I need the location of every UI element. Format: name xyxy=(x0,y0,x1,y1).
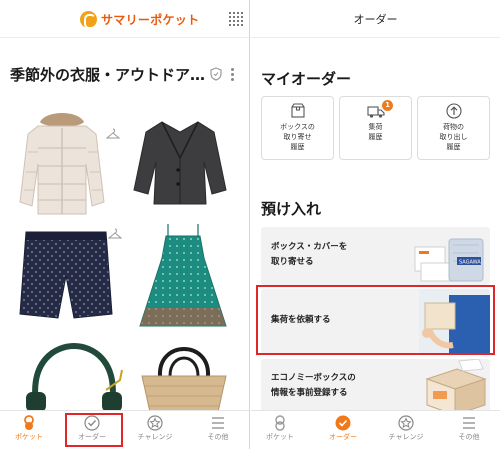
tab-order[interactable]: オーダー xyxy=(318,413,368,449)
menu-icon xyxy=(212,417,224,429)
logo-text: サマリーポケット xyxy=(101,12,200,27)
star-badge-icon xyxy=(147,415,163,431)
tab-challenge[interactable]: チャレンジ xyxy=(130,413,180,449)
blazer-image xyxy=(133,121,227,205)
tab-label: チャレンジ xyxy=(388,433,424,441)
grid-view-icon[interactable] xyxy=(229,12,243,26)
tab-label: その他 xyxy=(207,433,229,441)
basket-bag-image xyxy=(141,347,227,413)
logo-mark-icon xyxy=(80,10,97,29)
bottom-tab-bar: ポケット オーダー チャレンジ その他 xyxy=(0,410,249,449)
economy-box-image xyxy=(425,359,487,415)
pocket-title: 季節外の衣服・アウトドア… xyxy=(10,66,205,84)
box-icon xyxy=(290,103,305,118)
item-headphones[interactable] xyxy=(22,340,127,412)
tab-pocket[interactable]: ポケット xyxy=(255,413,305,449)
tab-label: その他 xyxy=(458,433,480,441)
tab-label: チャレンジ xyxy=(137,433,173,441)
order-header: オーダー xyxy=(251,0,500,38)
deposit-title: 預け入れ xyxy=(261,200,322,218)
headphones-image xyxy=(26,342,123,412)
boxes-image: SAGAWA xyxy=(414,238,484,282)
shorts-image xyxy=(19,231,113,319)
order-screen: オーダー マイオーダー ボックスの 取り寄せ 履歴 1 集荷 履歴 荷物の 取り… xyxy=(251,0,500,449)
svg-text:SAGAWA: SAGAWA xyxy=(459,260,481,266)
item-shorts[interactable] xyxy=(14,226,119,326)
tab-label: オーダー xyxy=(329,433,357,441)
bottom-tab-bar: ポケット オーダー チャレンジ その他 xyxy=(251,410,500,449)
box-order-history-card[interactable]: ボックスの 取り寄せ 履歴 xyxy=(261,96,334,160)
menu-icon xyxy=(463,417,475,429)
order-card-label: ボックスの 取り寄せ 履歴 xyxy=(280,123,315,151)
order-card-label: 荷物の 取り出し 履歴 xyxy=(439,123,468,151)
pickup-history-card[interactable]: 1 集荷 履歴 xyxy=(339,96,412,160)
highlight-pickup-card xyxy=(256,285,495,355)
economy-box-register-card[interactable]: エコノミーボックスの 情報を事前登録する xyxy=(261,359,490,415)
tab-pocket[interactable]: ポケット xyxy=(4,413,54,449)
shield-icon xyxy=(210,67,222,81)
notification-badge: 1 xyxy=(382,100,393,111)
upload-icon xyxy=(445,103,462,119)
retrieval-history-card[interactable]: 荷物の 取り出し 履歴 xyxy=(417,96,490,160)
check-circle-icon xyxy=(335,415,351,431)
hanger-icon xyxy=(106,128,120,139)
economy-box-label: エコノミーボックスの 情報を事前登録する xyxy=(271,373,356,398)
item-basket-bag[interactable] xyxy=(132,336,237,413)
order-card-label: 集荷 履歴 xyxy=(368,123,383,141)
item-down-jacket[interactable] xyxy=(10,108,115,220)
hanger-icon xyxy=(108,228,122,239)
highlight-order-tab xyxy=(65,413,123,447)
request-box-card[interactable]: ボックス・カバーを 取り寄せる SAGAWA xyxy=(261,227,490,285)
header-title: オーダー xyxy=(353,13,398,26)
my-order-title: マイオーダー xyxy=(261,70,352,88)
app-logo: サマリーポケット xyxy=(80,9,199,29)
down-jacket-image xyxy=(19,113,105,215)
tab-label: ポケット xyxy=(15,433,43,441)
item-blazer[interactable] xyxy=(128,114,233,216)
pocket-icon xyxy=(275,415,285,431)
dress-image xyxy=(139,224,227,327)
more-options-icon[interactable] xyxy=(231,68,235,82)
star-badge-icon xyxy=(398,415,414,431)
tab-others[interactable]: その他 xyxy=(444,413,494,449)
pocket-icon xyxy=(24,415,34,430)
request-box-label: ボックス・カバーを 取り寄せる xyxy=(271,242,348,267)
pocket-screen: サマリーポケット 季節外の衣服・アウトドア… ポケット オーダー チャレンジ そ… xyxy=(0,0,250,449)
tab-label: ポケット xyxy=(266,433,294,441)
tab-challenge[interactable]: チャレンジ xyxy=(381,413,431,449)
app-header: サマリーポケット xyxy=(0,0,249,38)
item-dress[interactable] xyxy=(132,222,237,334)
tab-others[interactable]: その他 xyxy=(193,413,243,449)
